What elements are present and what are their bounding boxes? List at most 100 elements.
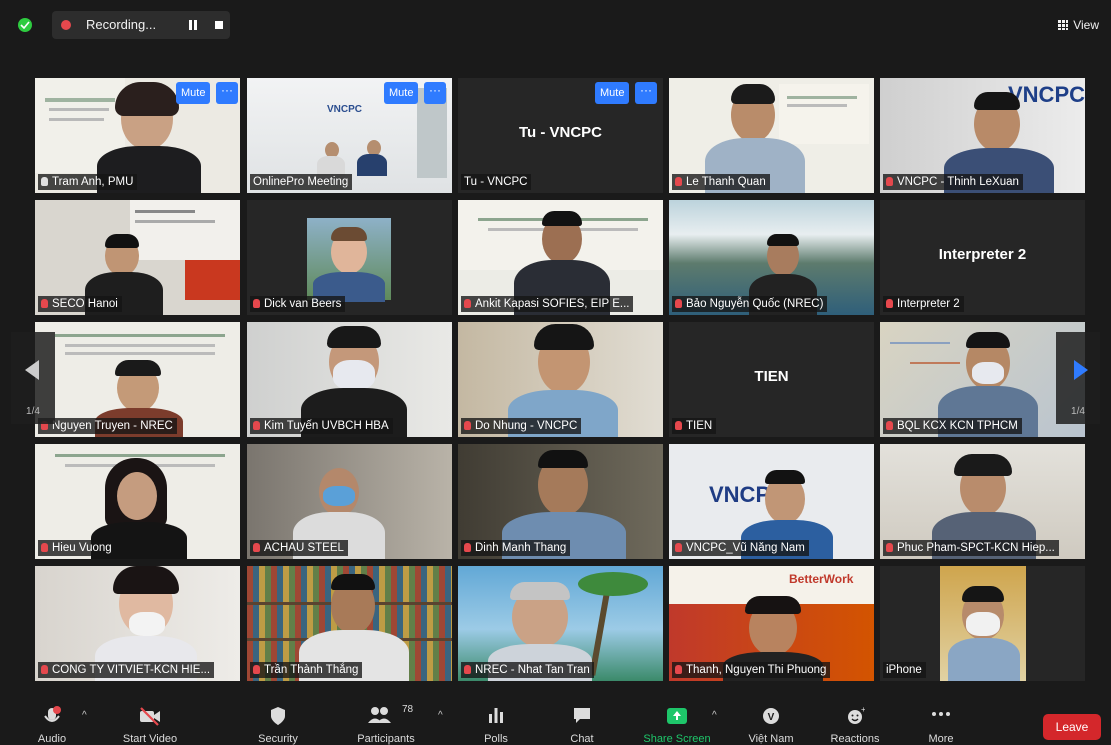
polls-button[interactable]: Polls	[474, 698, 518, 745]
more-options-button[interactable]: ···	[635, 82, 657, 104]
video-tile[interactable]: Kim Tuyến UVBCH HBA	[247, 322, 452, 437]
participant-display-name: Interpreter 2	[938, 246, 1027, 263]
video-tile[interactable]: CONG TY VITVIET-KCN HIE...	[35, 566, 240, 681]
security-button[interactable]: Security	[246, 698, 310, 745]
mic-muted-icon	[675, 543, 682, 552]
video-tile[interactable]: Phuc Pham-SPCT-KCN Hiep...	[880, 444, 1085, 559]
video-tile[interactable]: VNCPC Mute ··· OnlinePro Meeting	[247, 78, 452, 193]
recording-indicator: Recording...	[52, 11, 230, 39]
mic-muted-icon	[41, 543, 48, 552]
start-video-button[interactable]: Start Video	[108, 698, 192, 745]
video-off-icon	[140, 707, 160, 726]
mic-muted-icon	[675, 299, 682, 308]
stop-recording-icon[interactable]	[215, 21, 223, 29]
next-page-button[interactable]: 1/4	[1056, 332, 1100, 424]
meeting-toolbar: Audio ^ Start Video Security 78 Particip…	[0, 698, 1111, 745]
video-tile[interactable]: TIEN TIEN	[669, 322, 874, 437]
participant-name: Ankit Kapasi SOFIES, EIP E...	[461, 296, 634, 312]
video-tile[interactable]: Nguyen Truyen - NREC	[35, 322, 240, 437]
participant-name: Bảo Nguyễn Quốc (NREC)	[672, 296, 828, 312]
mic-muted-icon	[886, 421, 893, 430]
video-tile[interactable]: Dinh Manh Thang	[458, 444, 663, 559]
participant-name: Tram Anh, PMU	[38, 174, 138, 190]
page-indicator: 1/4	[1071, 406, 1085, 417]
participant-name: Dick van Beers	[250, 296, 346, 312]
video-tile[interactable]: VNCPC VNCPC - Thinh LeXuan	[880, 78, 1085, 193]
participant-name: OnlinePro Meeting	[250, 174, 353, 190]
share-options-caret-icon[interactable]: ^	[712, 710, 717, 721]
mic-muted-icon	[886, 177, 893, 186]
participant-name: BQL KCX KCN TPHCM	[883, 418, 1022, 434]
participant-display-name: TIEN	[754, 368, 789, 385]
audio-options-caret-icon[interactable]: ^	[82, 710, 87, 721]
mute-button[interactable]: Mute	[176, 82, 211, 104]
video-tile[interactable]: Trần Thành Thắng	[247, 566, 452, 681]
participant-name: ACHAU STEEL	[250, 540, 348, 556]
video-tile[interactable]: Do Nhung - VNCPC	[458, 322, 663, 437]
share-screen-button[interactable]: Share Screen	[632, 698, 722, 745]
participant-name: Interpreter 2	[883, 296, 964, 312]
chat-button[interactable]: Chat	[560, 698, 604, 745]
video-tile[interactable]: BetterWork Thanh, Nguyen Thi Phuong	[669, 566, 874, 681]
participant-name: Phuc Pham-SPCT-KCN Hiep...	[883, 540, 1059, 556]
mic-muted-icon	[253, 665, 260, 674]
more-button[interactable]: More	[914, 698, 968, 745]
video-tile[interactable]: iPhone	[880, 566, 1085, 681]
participant-name: iPhone	[883, 662, 926, 678]
svg-text:V: V	[768, 712, 775, 723]
participant-name: SECO Hanoi	[38, 296, 122, 312]
video-tile[interactable]: Ankit Kapasi SOFIES, EIP E...	[458, 200, 663, 315]
pause-recording-icon[interactable]	[188, 20, 198, 30]
svg-text:+: +	[861, 706, 865, 714]
more-options-button[interactable]: ···	[216, 82, 238, 104]
top-bar: Recording... View	[0, 0, 1111, 52]
video-tile[interactable]: VNCPC VNCPC_Vũ Năng Nam	[669, 444, 874, 559]
mic-muted-icon	[464, 543, 471, 552]
video-tile[interactable]: Interpreter 2 Interpreter 2	[880, 200, 1085, 315]
reactions-button[interactable]: + Reactions	[820, 698, 890, 745]
mic-muted-icon	[41, 665, 48, 674]
video-tile[interactable]: BQL KCX KCN TPHCM	[880, 322, 1085, 437]
participant-name: Do Nhung - VNCPC	[461, 418, 582, 434]
video-tile[interactable]: ACHAU STEEL	[247, 444, 452, 559]
participant-name: Dinh Manh Thang	[461, 540, 571, 556]
video-tile[interactable]: Le Thanh Quan	[669, 78, 874, 193]
participants-button[interactable]: 78 Participants	[344, 698, 428, 745]
participants-options-caret-icon[interactable]: ^	[438, 710, 443, 721]
participant-name: Tu - VNCPC	[461, 174, 532, 190]
leave-meeting-button[interactable]: Leave	[1043, 714, 1101, 740]
mute-button[interactable]: Mute	[384, 82, 419, 104]
participant-name: Le Thanh Quan	[672, 174, 770, 190]
mic-muted-icon	[464, 665, 471, 674]
vncpc-logo: VNCPC	[327, 104, 363, 115]
shield-icon	[271, 707, 285, 725]
participant-display-name: Tu - VNCPC	[518, 124, 603, 141]
participant-name: Thanh, Nguyen Thi Phuong	[672, 662, 831, 678]
view-button[interactable]: View	[1058, 18, 1099, 32]
language-interpretation-button[interactable]: V Việt Nam	[738, 698, 804, 745]
video-tile[interactable]: Tu - VNCPC Mute ··· Tu - VNCPC	[458, 78, 663, 193]
mic-muted-icon	[886, 543, 893, 552]
participant-name: Trần Thành Thắng	[250, 662, 363, 678]
previous-page-button[interactable]: 1/4	[11, 332, 55, 424]
participant-name: Nguyen Truyen - NREC	[38, 418, 177, 434]
chevron-left-icon	[25, 360, 39, 380]
globe-icon: V	[763, 708, 779, 724]
shield-icon[interactable]	[18, 18, 32, 32]
participant-name: Kim Tuyến UVBCH HBA	[250, 418, 393, 434]
vncpc-logo: VNCPC	[709, 482, 787, 507]
more-dots-icon	[932, 712, 950, 716]
mute-button[interactable]: Mute	[595, 82, 630, 104]
chat-icon	[574, 708, 590, 723]
video-tile[interactable]: NREC - Nhat Tan Tran	[458, 566, 663, 681]
page-indicator: 1/4	[26, 406, 40, 417]
mic-muted-icon	[464, 421, 471, 430]
video-tile[interactable]: SECO Hanoi	[35, 200, 240, 315]
audio-button[interactable]: Audio	[26, 698, 78, 745]
video-tile[interactable]: Dick van Beers	[247, 200, 452, 315]
mic-muted-icon	[675, 177, 682, 186]
video-tile[interactable]: Hieu Vuong	[35, 444, 240, 559]
more-options-button[interactable]: ···	[424, 82, 446, 104]
video-tile[interactable]: Mute ··· Tram Anh, PMU	[35, 78, 240, 193]
video-tile[interactable]: Bảo Nguyễn Quốc (NREC)	[669, 200, 874, 315]
